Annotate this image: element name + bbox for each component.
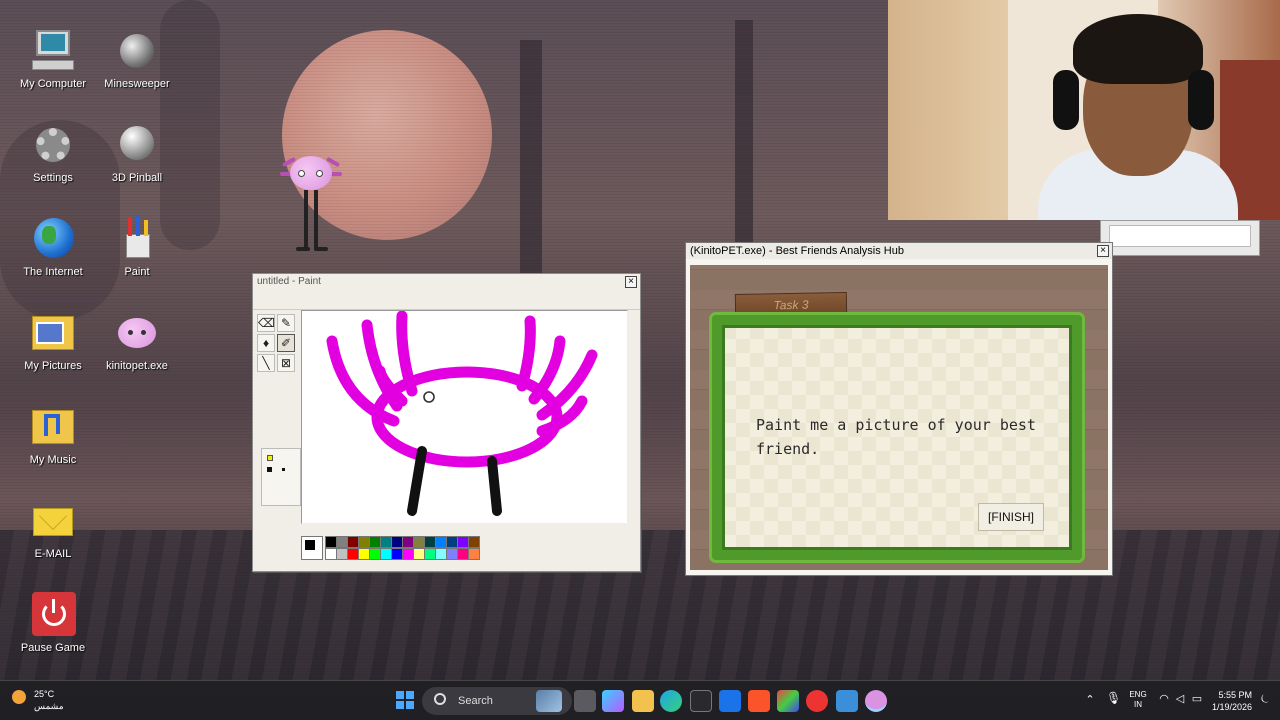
kinitopet-close-button[interactable]: × xyxy=(1097,245,1109,257)
start-button[interactable] xyxy=(396,691,414,709)
power-icon xyxy=(30,592,76,638)
notification-bell-icon[interactable]: ⏾ xyxy=(1258,694,1272,705)
music-folder-icon xyxy=(30,404,76,450)
paint-titlebar[interactable]: untitled - Paint × xyxy=(253,274,640,290)
computer-icon xyxy=(30,28,76,74)
palette-swatch[interactable] xyxy=(468,548,480,560)
edge-icon[interactable] xyxy=(660,690,682,712)
task-frame: Paint me a picture of your best friend. … xyxy=(712,315,1082,560)
clock[interactable]: 5:55 PM 1/19/2026 xyxy=(1212,689,1252,713)
clock-time: 5:55 PM xyxy=(1218,690,1252,700)
desktop-icon-settings[interactable]: Settings xyxy=(10,122,96,185)
mine-icon xyxy=(114,28,160,74)
kinito-pet[interactable] xyxy=(280,150,342,260)
search-label: Search xyxy=(458,695,493,707)
desktop-icon-pause-game[interactable]: Pause Game xyxy=(10,592,96,655)
palette-swatch[interactable] xyxy=(468,536,480,548)
globe-icon xyxy=(30,216,76,262)
microsoft365-icon[interactable] xyxy=(777,690,799,712)
lang-bottom: IN xyxy=(1134,700,1142,709)
desktop-icon-label: kinitopet.exe xyxy=(106,360,168,372)
kinitopet-title: (KinitoPET.exe) - Best Friends Analysis … xyxy=(690,245,904,257)
copilot-icon[interactable] xyxy=(602,690,624,712)
pictures-folder-icon xyxy=(30,310,76,356)
desktop-icon-my-pictures[interactable]: My Pictures xyxy=(10,310,96,373)
finish-button[interactable]: [FINISH] xyxy=(978,503,1044,531)
desktop-icon-my-computer[interactable]: My Computer xyxy=(10,28,96,91)
file-explorer-icon[interactable] xyxy=(632,690,654,712)
clear-tool-icon[interactable]: ⊠ xyxy=(277,354,295,372)
search-icon xyxy=(434,693,446,705)
desktop-icon-label: My Computer xyxy=(19,78,87,90)
desktop-icon-label: E-MAIL xyxy=(34,548,72,560)
paint-title: untitled - Paint xyxy=(257,276,321,287)
color-palette xyxy=(301,536,481,562)
desktop-icon-my-music[interactable]: My Music xyxy=(10,404,96,467)
store-icon[interactable] xyxy=(690,690,712,712)
desktop-icon-label: My Pictures xyxy=(24,360,82,372)
background-window[interactable] xyxy=(1100,220,1260,256)
task-message: Paint me a picture of your best friend. xyxy=(756,416,1036,458)
desktop-icon-label: 3D Pinball xyxy=(111,172,163,184)
desktop-icon-email[interactable]: E-MAIL xyxy=(10,498,96,561)
search-highlight-icon xyxy=(536,690,562,712)
desktop-icon-label: My Music xyxy=(29,454,77,466)
paint-toolbox: ⌫ ✎ ♦ ✐ ╲ ⊠ xyxy=(257,314,301,506)
kinitopet-taskbar-icon[interactable] xyxy=(865,690,887,712)
gear-icon xyxy=(30,122,76,168)
webcam-feed xyxy=(888,0,1280,220)
desktop-icon-minesweeper[interactable]: Minesweeper xyxy=(94,28,180,91)
paint-canvas[interactable] xyxy=(301,310,628,524)
sun-icon xyxy=(12,690,26,704)
kinitopet-titlebar[interactable]: (KinitoPET.exe) - Best Friends Analysis … xyxy=(686,243,1112,259)
kinitopet-window[interactable]: (KinitoPET.exe) - Best Friends Analysis … xyxy=(685,242,1113,576)
pencil-tool-icon[interactable]: ✎ xyxy=(277,314,295,332)
drawing xyxy=(326,310,598,516)
clock-date: 1/19/2026 xyxy=(1211,702,1252,712)
desktop-icon-label: Settings xyxy=(33,172,73,184)
desktop-icon-kinitopet[interactable]: kinitopet.exe xyxy=(94,310,180,373)
taskbar: 25°C مشمس Search ⌃ 🎙 ENG IN ◠ ◁ ▭ 5:55 P… xyxy=(0,680,1280,720)
paint-close-button[interactable]: × xyxy=(625,276,637,288)
chevron-up-icon[interactable]: ⌃ xyxy=(1084,695,1096,706)
microphone-icon[interactable]: 🎙 xyxy=(1106,692,1121,704)
wifi-icon[interactable]: ◠ xyxy=(1158,694,1170,705)
language-indicator[interactable]: ENG IN xyxy=(1124,690,1152,710)
kinitopet-panel: Task 3 Paint me a picture of your best f… xyxy=(690,265,1108,570)
lang-top: ENG xyxy=(1129,690,1147,699)
desktop-icon-paint[interactable]: Paint xyxy=(94,216,180,279)
brush-size-options[interactable] xyxy=(261,448,301,506)
kinito-icon xyxy=(114,310,160,356)
desktop-icon-the-internet[interactable]: The Internet xyxy=(10,216,96,279)
weather-desc: مشمس xyxy=(34,701,64,711)
volume-icon[interactable]: ◁ xyxy=(1174,694,1186,705)
paint-menubar xyxy=(253,290,640,310)
desktop-icon-3d-pinball[interactable]: 3D Pinball xyxy=(94,122,180,185)
weather-temp: 25°C xyxy=(34,689,55,699)
eraser-tool-icon[interactable]: ⌫ xyxy=(257,314,275,332)
paint-window[interactable]: untitled - Paint × ⌫ ✎ ♦ ✐ ╲ ⊠ xyxy=(252,273,641,572)
desktop-icon-label: The Internet xyxy=(23,266,83,278)
brush-tool-icon[interactable]: ✐ xyxy=(277,334,295,352)
desktop-icon-label: Pause Game xyxy=(20,642,86,654)
task-view-icon[interactable] xyxy=(574,690,596,712)
app-icon[interactable] xyxy=(806,690,828,712)
outlook-icon[interactable] xyxy=(719,690,741,712)
pinball-icon xyxy=(114,122,160,168)
current-colors xyxy=(301,536,323,560)
desktop-icon-label: Minesweeper xyxy=(104,78,170,90)
paint-taskbar-icon[interactable] xyxy=(836,690,858,712)
battery-icon[interactable]: ▭ xyxy=(1190,694,1204,705)
bucket-tool-icon[interactable]: ♦ xyxy=(257,334,275,352)
desktop-icon-label: Paint xyxy=(124,266,150,278)
brush-cursor-icon xyxy=(423,391,435,403)
brave-icon[interactable] xyxy=(748,690,770,712)
line-tool-icon[interactable]: ╲ xyxy=(257,354,275,372)
mail-icon xyxy=(30,498,76,544)
paint-icon xyxy=(114,216,160,262)
